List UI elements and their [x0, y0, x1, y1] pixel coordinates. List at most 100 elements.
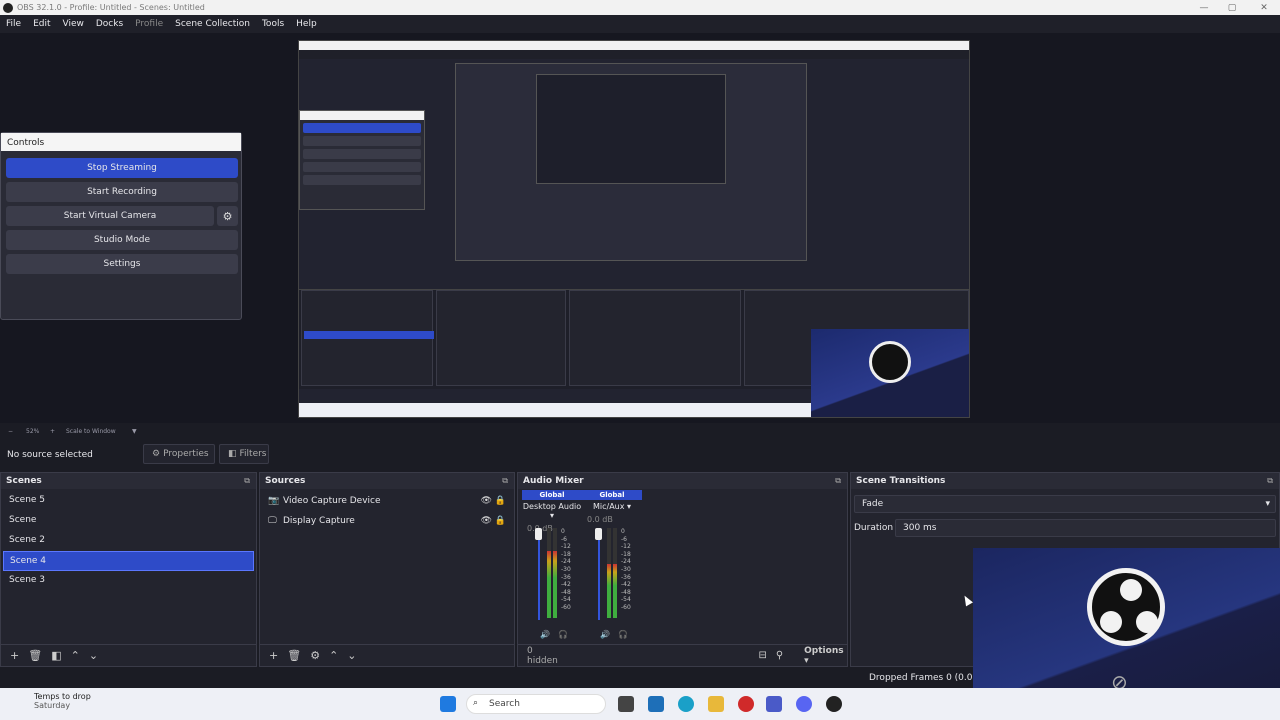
properties-button[interactable]: ⚙ Properties	[143, 444, 215, 464]
menu-tools[interactable]: Tools	[256, 19, 290, 29]
db-tick: -12	[621, 543, 631, 551]
menu-file[interactable]: File	[0, 19, 27, 29]
sources-dock: Sources ⧉ 📷 Video Capture Device 👁 🔒 🖵 Di…	[259, 472, 515, 667]
menu-profile[interactable]: Profile	[129, 19, 169, 29]
file-explorer-icon[interactable]	[708, 696, 724, 712]
menu-help[interactable]: Help	[290, 19, 323, 29]
add-scene-icon[interactable]: +	[10, 649, 19, 662]
source-item[interactable]: 📷 Video Capture Device 👁 🔒	[260, 491, 514, 511]
transition-type-select[interactable]: Fade ▾	[854, 495, 1276, 513]
program-preview[interactable]	[298, 40, 970, 418]
virtual-camera-settings-gear-icon[interactable]: ⚙	[217, 206, 238, 226]
source-name: Video Capture Device	[283, 496, 381, 506]
visibility-eye-icon[interactable]: 👁	[481, 496, 492, 506]
mixer-toolbar: 0 hidden ⊟ ⚲ Options ▾	[518, 644, 847, 666]
add-source-icon[interactable]: +	[269, 649, 278, 662]
source-properties-gear-icon[interactable]: ⚙	[310, 649, 320, 662]
zoom-in-button[interactable]: +	[50, 428, 55, 435]
channel-name-dropdown[interactable]: Desktop Audio ▾	[522, 502, 582, 520]
volume-fader[interactable]	[535, 528, 542, 620]
stop-streaming-button[interactable]: Stop Streaming	[6, 158, 238, 178]
weather-widget[interactable]: Temps to drop Saturday	[16, 692, 91, 710]
mixer-float-icon[interactable]: ⧉	[835, 476, 841, 486]
level-meter	[613, 528, 617, 618]
start-icon[interactable]	[440, 696, 456, 712]
taskbar: Temps to drop Saturday Search ⌕	[0, 688, 1280, 720]
volume-fader[interactable]	[595, 528, 602, 620]
studio-mode-button[interactable]: Studio Mode	[6, 230, 238, 250]
lock-icon[interactable]: 🔒	[495, 496, 506, 506]
opera-icon[interactable]	[738, 696, 754, 712]
menu-docks[interactable]: Docks	[90, 19, 129, 29]
move-source-down-icon[interactable]: ⌄	[347, 649, 356, 662]
obs-taskbar-icon[interactable]	[826, 696, 842, 712]
mute-speaker-icon[interactable]: 🔊	[540, 630, 550, 639]
hidden-count: 0 hidden	[527, 645, 558, 666]
transitions-float-icon[interactable]: ⧉	[1267, 476, 1273, 486]
db-tick: -54	[561, 596, 571, 604]
filters-button[interactable]: ◧ Filters	[219, 444, 269, 464]
db-tick: -30	[621, 565, 631, 573]
scenes-float-icon[interactable]: ⧉	[244, 476, 250, 486]
start-recording-button[interactable]: Start Recording	[6, 182, 238, 202]
zoom-mode-dropdown-icon[interactable]: ▼	[132, 428, 137, 435]
nested-controls-header	[300, 111, 424, 120]
menu-scene-collection[interactable]: Scene Collection	[169, 19, 256, 29]
scene-item[interactable]: Scene 2	[3, 531, 254, 551]
scene-item[interactable]: Scene	[3, 511, 254, 531]
db-tick: -18	[621, 550, 631, 558]
task-view-icon[interactable]	[618, 696, 634, 712]
channel-tag: Global	[582, 490, 642, 500]
scenes-dock: Scenes ⧉ Scene 5 Scene Scene 2 Scene 4 Sc…	[0, 472, 257, 667]
visibility-eye-icon[interactable]: 👁	[481, 516, 492, 526]
move-scene-down-icon[interactable]: ⌄	[89, 649, 98, 662]
taskbar-search[interactable]: Search	[466, 694, 606, 714]
app-icon[interactable]	[766, 696, 782, 712]
scene-item-selected[interactable]: Scene 4	[3, 551, 254, 571]
level-meter	[547, 528, 551, 618]
filter-icon: ◧	[228, 449, 237, 459]
menu-view[interactable]: View	[57, 19, 90, 29]
store-icon[interactable]	[648, 696, 664, 712]
zoom-mode[interactable]: Scale to Window	[66, 428, 116, 435]
menu-edit[interactable]: Edit	[27, 19, 56, 29]
mixer-link-icon[interactable]: ⚲	[776, 650, 783, 661]
mixer-options-button[interactable]: Options ▾	[795, 646, 847, 666]
headphone-monitor-icon[interactable]: 🎧	[558, 630, 568, 639]
mixer-layout-icon[interactable]: ⊟	[758, 650, 766, 661]
move-scene-up-icon[interactable]: ⌃	[71, 649, 80, 662]
remove-scene-icon[interactable]: 🗑	[28, 649, 42, 662]
mute-speaker-icon[interactable]: 🔊	[600, 630, 610, 639]
window-title: OBS 32.1.0 - Profile: Untitled - Scenes:…	[17, 3, 205, 12]
minimize-button[interactable]: —	[1190, 0, 1218, 15]
scene-item[interactable]: Scene 3	[3, 571, 254, 591]
move-source-up-icon[interactable]: ⌃	[329, 649, 338, 662]
settings-button[interactable]: Settings	[6, 254, 238, 274]
remove-source-icon[interactable]: 🗑	[287, 649, 301, 662]
fader-knob[interactable]	[595, 528, 602, 540]
level-fill	[607, 564, 611, 618]
zoom-out-button[interactable]: −	[8, 428, 13, 435]
sources-float-icon[interactable]: ⧉	[502, 476, 508, 486]
headphone-monitor-icon[interactable]: 🎧	[618, 630, 628, 639]
lock-icon[interactable]: 🔒	[495, 516, 506, 526]
source-item[interactable]: 🖵 Display Capture 👁 🔒	[260, 511, 514, 531]
channel-db: 0.0 dB	[527, 524, 553, 533]
maximize-button[interactable]: ▢	[1218, 0, 1246, 15]
zoom-value: 52%	[26, 428, 40, 435]
obs-logo-icon	[1087, 568, 1165, 646]
level-fill	[613, 564, 617, 618]
scenes-toolbar: + 🗑 ◧ ⌃ ⌄	[1, 644, 256, 666]
nested-menu-bar	[299, 50, 969, 59]
scene-filters-icon[interactable]: ◧	[51, 649, 61, 662]
scene-item[interactable]: Scene 5	[3, 491, 254, 511]
close-button[interactable]: ✕	[1250, 0, 1278, 15]
channel-name-dropdown[interactable]: Mic/Aux ▾	[582, 502, 642, 511]
fader-knob[interactable]	[535, 528, 542, 540]
db-tick: 0	[561, 528, 565, 535]
start-virtual-camera-button[interactable]: Start Virtual Camera	[6, 206, 214, 226]
discord-icon[interactable]	[796, 696, 812, 712]
duration-spinbox[interactable]: 300 ms	[895, 519, 1276, 537]
zoom-bar: − 52% + Scale to Window ▼	[0, 423, 1280, 439]
edge-icon[interactable]	[678, 696, 694, 712]
